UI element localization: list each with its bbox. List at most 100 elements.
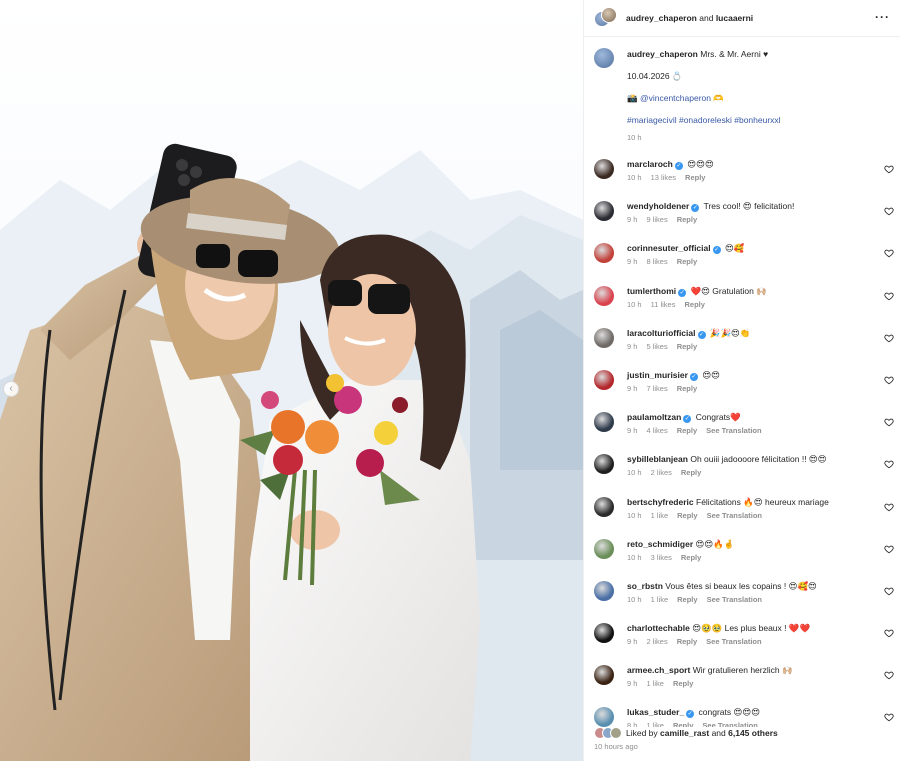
see-translation-button[interactable]: See Translation — [706, 426, 761, 435]
comment-username[interactable]: sybilleblanjean — [627, 454, 688, 464]
like-heart-icon[interactable] — [884, 459, 894, 469]
comment-time[interactable]: 9 h — [627, 384, 637, 393]
like-heart-icon[interactable] — [884, 291, 894, 301]
comment-time[interactable]: 9 h — [627, 426, 637, 435]
comment-likes[interactable]: 2 likes — [646, 637, 667, 646]
avatar[interactable] — [601, 7, 617, 23]
reply-button[interactable]: Reply — [677, 257, 697, 266]
comment-username[interactable]: paulamoltzan — [627, 412, 681, 422]
comment-time[interactable]: 9 h — [627, 637, 637, 646]
comment-username[interactable]: tumlerthomi — [627, 286, 676, 296]
credit-link[interactable]: @vincentchaperon — [640, 93, 711, 103]
comment-username[interactable]: charlottechable — [627, 623, 690, 633]
others-link[interactable]: 6,145 others — [728, 727, 778, 739]
avatar[interactable] — [594, 707, 614, 727]
like-heart-icon[interactable] — [884, 206, 894, 216]
reply-button[interactable]: Reply — [677, 426, 697, 435]
avatar[interactable] — [594, 412, 614, 433]
reply-button[interactable]: Reply — [677, 511, 697, 520]
comment-likes[interactable]: 1 like — [651, 511, 669, 520]
like-heart-icon[interactable] — [884, 628, 894, 638]
like-heart-icon[interactable] — [884, 586, 894, 596]
comment-username[interactable]: marclaroch — [627, 159, 673, 169]
comment-likes[interactable]: 13 likes — [651, 173, 676, 182]
like-heart-icon[interactable] — [884, 712, 894, 722]
comment-username[interactable]: wendyholdener — [627, 201, 689, 211]
comment-likes[interactable]: 7 likes — [646, 384, 667, 393]
reply-button[interactable]: Reply — [677, 215, 697, 224]
comment-username[interactable]: reto_schmidiger — [627, 539, 693, 549]
reply-button[interactable]: Reply — [684, 300, 704, 309]
comment-time[interactable]: 9 h — [627, 679, 637, 688]
comment-time[interactable]: 9 h — [627, 215, 637, 224]
comment-time[interactable]: 10 h — [627, 173, 642, 182]
avatar[interactable] — [594, 327, 614, 348]
like-heart-icon[interactable] — [884, 248, 894, 258]
comment-time[interactable]: 10 h — [627, 511, 642, 520]
reply-button[interactable]: Reply — [677, 342, 697, 351]
post-photo[interactable]: ‹ — [0, 0, 583, 761]
avatar[interactable] — [594, 496, 614, 517]
comment-username[interactable]: so_rbstn — [627, 581, 663, 591]
see-translation-button[interactable]: See Translation — [706, 637, 761, 646]
avatar[interactable] — [594, 665, 614, 686]
like-heart-icon[interactable] — [884, 502, 894, 512]
comment-username[interactable]: corinnesuter_official — [627, 243, 711, 253]
comment-likes[interactable]: 8 likes — [646, 257, 667, 266]
previous-photo-button[interactable]: ‹ — [3, 381, 19, 397]
comment-likes[interactable]: 1 like — [651, 595, 669, 604]
comment-username[interactable]: bertschyfrederic — [627, 497, 694, 507]
reply-button[interactable]: Reply — [681, 468, 701, 477]
avatar[interactable] — [594, 580, 614, 601]
avatar[interactable] — [610, 727, 622, 739]
avatar[interactable] — [594, 538, 614, 559]
see-translation-button[interactable]: See Translation — [707, 595, 762, 604]
comment-username[interactable]: laracolturiofficial — [627, 328, 696, 338]
comment-likes[interactable]: 3 likes — [651, 553, 672, 562]
comment-time[interactable]: 10 h — [627, 300, 642, 309]
like-heart-icon[interactable] — [884, 544, 894, 554]
comment-username[interactable]: lukas_studer_ — [627, 707, 684, 717]
post-timestamp[interactable]: 10 hours ago — [594, 742, 890, 751]
see-translation-button[interactable]: See Translation — [707, 511, 762, 520]
avatar[interactable] — [594, 454, 614, 475]
comment-username[interactable]: justin_murisier — [627, 370, 688, 380]
collab-avatars[interactable] — [594, 7, 617, 29]
comment-likes[interactable]: 1 like — [646, 679, 664, 688]
reply-button[interactable]: Reply — [677, 595, 697, 604]
liker-link[interactable]: camille_rast — [660, 727, 709, 739]
comment-likes[interactable]: 5 likes — [646, 342, 667, 351]
comment-time[interactable]: 10 h — [627, 595, 642, 604]
avatar[interactable] — [594, 201, 614, 222]
reply-button[interactable]: Reply — [681, 553, 701, 562]
avatar[interactable] — [594, 285, 614, 306]
like-heart-icon[interactable] — [884, 417, 894, 427]
author-link[interactable]: lucaaerni — [716, 13, 753, 23]
author-link[interactable]: audrey_chaperon — [626, 13, 697, 23]
reply-button[interactable]: Reply — [673, 679, 693, 688]
caption-username[interactable]: audrey_chaperon — [627, 49, 698, 59]
liker-avatars[interactable] — [594, 727, 624, 739]
reply-button[interactable]: Reply — [677, 637, 697, 646]
avatar[interactable] — [594, 369, 614, 390]
like-heart-icon[interactable] — [884, 375, 894, 385]
avatar[interactable] — [594, 48, 614, 68]
comment-likes[interactable]: 4 likes — [646, 426, 667, 435]
comment-likes[interactable]: 2 likes — [651, 468, 672, 477]
comment-time[interactable]: 10 h — [627, 553, 642, 562]
like-heart-icon[interactable] — [884, 670, 894, 680]
hashtags[interactable]: #mariagecivil #onadoreleski #bonheurxxl — [627, 114, 890, 126]
comment-likes[interactable]: 11 likes — [651, 300, 676, 309]
comment-likes[interactable]: 9 likes — [646, 215, 667, 224]
comment-username[interactable]: armee.ch_sport — [627, 665, 690, 675]
reply-button[interactable]: Reply — [677, 384, 697, 393]
like-heart-icon[interactable] — [884, 333, 894, 343]
comments-list[interactable]: audrey_chaperon Mrs. & Mr. Aerni ♥ 10.04… — [584, 38, 900, 727]
like-heart-icon[interactable] — [884, 164, 894, 174]
comment-time[interactable]: 10 h — [627, 468, 642, 477]
comment-time[interactable]: 9 h — [627, 342, 637, 351]
reply-button[interactable]: Reply — [685, 173, 705, 182]
comment-time[interactable]: 9 h — [627, 257, 637, 266]
avatar[interactable] — [594, 243, 614, 264]
avatar[interactable] — [594, 159, 614, 179]
